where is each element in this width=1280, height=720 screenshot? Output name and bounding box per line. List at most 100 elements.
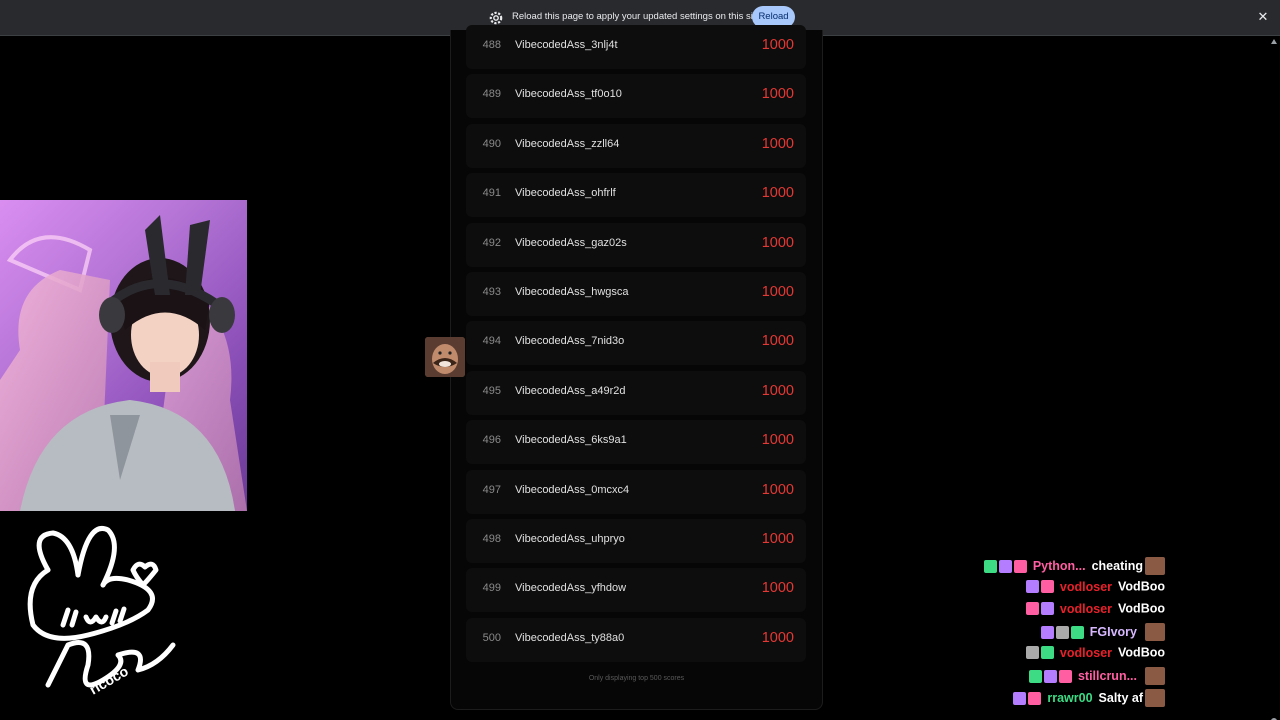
- leaderboard-row: 495 VibecodedAss_a49r2d 1000: [466, 370, 806, 415]
- leaderboard-list: 488 VibecodedAss_3nlj4t 1000 489 VibecodedAs…: [466, 25, 806, 667]
- chat-message: FGIvory: [1040, 623, 1165, 643]
- row-rank: 497: [482, 483, 501, 496]
- chat-badge-icon: [1025, 646, 1039, 660]
- row-player-name: VibecodedAss_tf0o10: [515, 88, 622, 101]
- chat-badge-icon: [1025, 580, 1039, 594]
- chat-message: vodloser VodBoo: [1025, 645, 1165, 665]
- row-score: 1000: [761, 135, 794, 152]
- chat-username[interactable]: vodloser: [1060, 646, 1112, 660]
- close-icon[interactable]: ✕: [1255, 9, 1271, 25]
- row-player-name: VibecodedAss_yfhdow: [515, 582, 627, 595]
- webcam-feed: [0, 200, 247, 511]
- leaderboard-row: 490 VibecodedAss_zzll64 1000: [466, 123, 806, 168]
- leaderboard-row: 496 VibecodedAss_6ks9a1 1000: [466, 420, 806, 465]
- row-rank: 500: [482, 631, 501, 644]
- row-score: 1000: [761, 481, 794, 498]
- chat-badge-icon: [1040, 602, 1054, 616]
- row-rank: 496: [482, 434, 501, 447]
- chat-username[interactable]: FGIvory: [1090, 625, 1137, 639]
- chat-username[interactable]: stillcrun...: [1078, 669, 1137, 683]
- chat-text: VodBoo: [1118, 601, 1165, 616]
- row-rank: 494: [482, 335, 501, 348]
- row-score: 1000: [761, 530, 794, 547]
- infobar-message: Reload this page to apply your updated s…: [512, 11, 761, 22]
- chat-badge-icon: [1058, 669, 1072, 683]
- row-rank: 499: [482, 582, 501, 595]
- chat-message: Python... cheating: [983, 557, 1165, 577]
- leaderboard-row: 488 VibecodedAss_3nlj4t 1000: [466, 25, 806, 69]
- leaderboard-row: 500 VibecodedAss_ty88a0 1000: [466, 617, 806, 662]
- floating-emote: [425, 337, 465, 377]
- scroll-up-arrow-icon[interactable]: [1271, 39, 1277, 44]
- row-player-name: VibecodedAss_uhpryo: [515, 532, 625, 545]
- chat-message: stillcrun...: [1028, 667, 1165, 687]
- row-player-name: VibecodedAss_a49r2d: [515, 384, 626, 397]
- logo-text: ricoco: [87, 663, 131, 698]
- leaderboard-row: 492 VibecodedAss_gaz02s 1000: [466, 222, 806, 267]
- row-player-name: VibecodedAss_zzll64: [515, 137, 620, 150]
- chat-badge-icon: [1040, 625, 1054, 639]
- chat-username[interactable]: vodloser: [1060, 602, 1112, 616]
- leaderboard-footnote: Only displaying top 500 scores: [588, 675, 685, 682]
- row-score: 1000: [761, 185, 794, 202]
- chat-emote-icon: [1145, 557, 1165, 575]
- row-score: 1000: [761, 629, 794, 646]
- row-player-name: VibecodedAss_6ks9a1: [515, 434, 627, 447]
- leaderboard-row: 497 VibecodedAss_0mcxc4 1000: [466, 469, 806, 514]
- chat-badge-icon: [1013, 691, 1027, 705]
- chat-badge-icon: [1028, 669, 1042, 683]
- chat-badge-icon: [1025, 602, 1039, 616]
- gear-icon: [489, 11, 503, 25]
- chat-username[interactable]: rrawr00: [1047, 691, 1092, 705]
- row-player-name: VibecodedAss_hwgsca: [515, 285, 629, 298]
- row-score: 1000: [761, 37, 794, 53]
- row-score: 1000: [761, 86, 794, 103]
- row-player-name: VibecodedAss_3nlj4t: [515, 39, 618, 51]
- row-rank: 491: [482, 187, 501, 200]
- chat-badge-icon: [1040, 580, 1054, 594]
- chat-badge-icon: [1028, 691, 1042, 705]
- stream-screen: Reload this page to apply your updated s…: [0, 0, 1280, 720]
- streamer-image: [0, 215, 247, 511]
- chat-username[interactable]: vodloser: [1060, 580, 1112, 594]
- row-rank: 489: [482, 88, 501, 101]
- leaderboard-row: 491 VibecodedAss_ohfrlf 1000: [466, 173, 806, 218]
- leaderboard-row: 494 VibecodedAss_7nid3o 1000: [466, 321, 806, 366]
- chat-message: vodloser VodBoo: [1025, 601, 1165, 621]
- chat-message: rrawr00 Salty af: [1013, 689, 1165, 709]
- page-scrollbar[interactable]: [1268, 36, 1280, 720]
- chat-emote-icon: [1145, 667, 1165, 685]
- row-rank: 490: [482, 137, 501, 150]
- row-rank: 495: [482, 384, 501, 397]
- row-player-name: VibecodedAss_gaz02s: [515, 236, 627, 249]
- row-rank: 498: [482, 532, 501, 545]
- chat-username[interactable]: Python...: [1033, 559, 1086, 573]
- row-player-name: VibecodedAss_0mcxc4: [515, 483, 630, 496]
- row-rank: 492: [482, 236, 501, 249]
- row-score: 1000: [761, 283, 794, 300]
- chat-badge-icon: [1043, 669, 1057, 683]
- row-score: 1000: [761, 432, 794, 449]
- chat-emote-icon: [1145, 623, 1165, 641]
- chat-badge-icon: [1070, 625, 1084, 639]
- chat-badge-icon: [998, 559, 1012, 573]
- leaderboard-row: 489 VibecodedAss_tf0o10 1000: [466, 74, 806, 119]
- chat-badge-icon: [1055, 625, 1069, 639]
- chat-badge-icon: [1040, 646, 1054, 660]
- leaderboard-row: 499 VibecodedAss_yfhdow 1000: [466, 568, 806, 613]
- chat-badge-icon: [983, 559, 997, 573]
- row-score: 1000: [761, 333, 794, 350]
- channel-logo: ricoco: [8, 515, 198, 715]
- chat-text: Salty af: [1098, 691, 1143, 705]
- row-player-name: VibecodedAss_ty88a0: [515, 631, 625, 644]
- chat-text: VodBoo: [1118, 645, 1165, 660]
- row-rank: 488: [482, 39, 501, 51]
- chat-badge-icon: [1013, 559, 1027, 573]
- chat-message: vodloser VodBoo: [1025, 579, 1165, 599]
- chat-text: cheating: [1091, 559, 1143, 573]
- row-player-name: VibecodedAss_7nid3o: [515, 335, 625, 348]
- chat-emote-icon: [1145, 689, 1165, 707]
- row-score: 1000: [761, 382, 794, 399]
- row-rank: 493: [482, 285, 501, 298]
- row-score: 1000: [761, 580, 794, 597]
